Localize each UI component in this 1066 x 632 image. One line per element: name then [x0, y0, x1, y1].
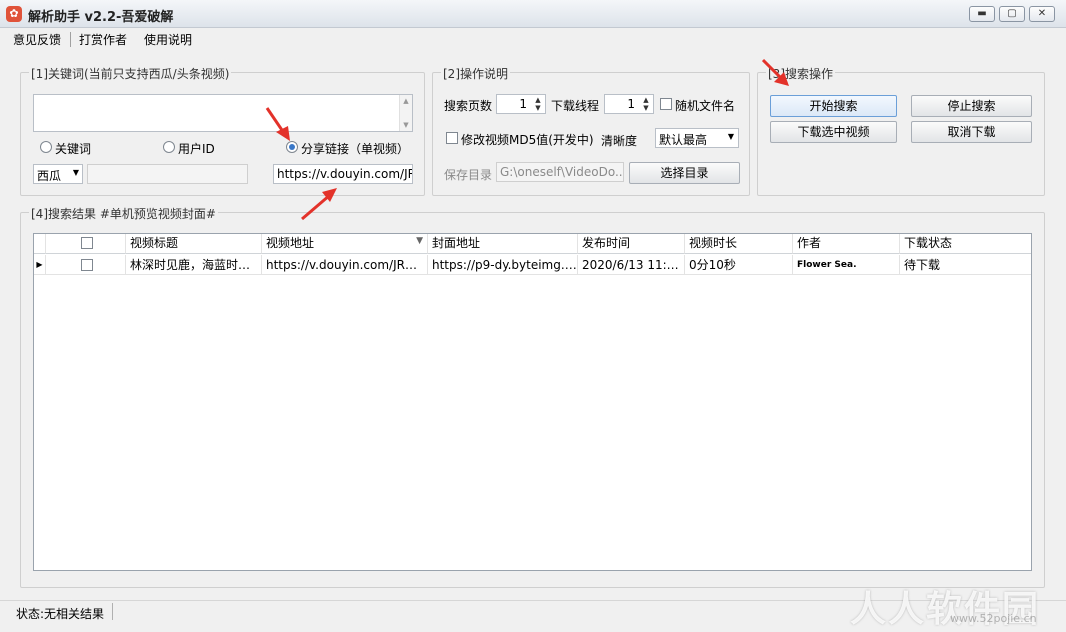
- annotation-arrows: [0, 0, 1066, 631]
- arrow-to-share-radio: [267, 108, 290, 141]
- arrow-to-share-url: [302, 188, 337, 219]
- arrow-to-start-search: [763, 60, 789, 86]
